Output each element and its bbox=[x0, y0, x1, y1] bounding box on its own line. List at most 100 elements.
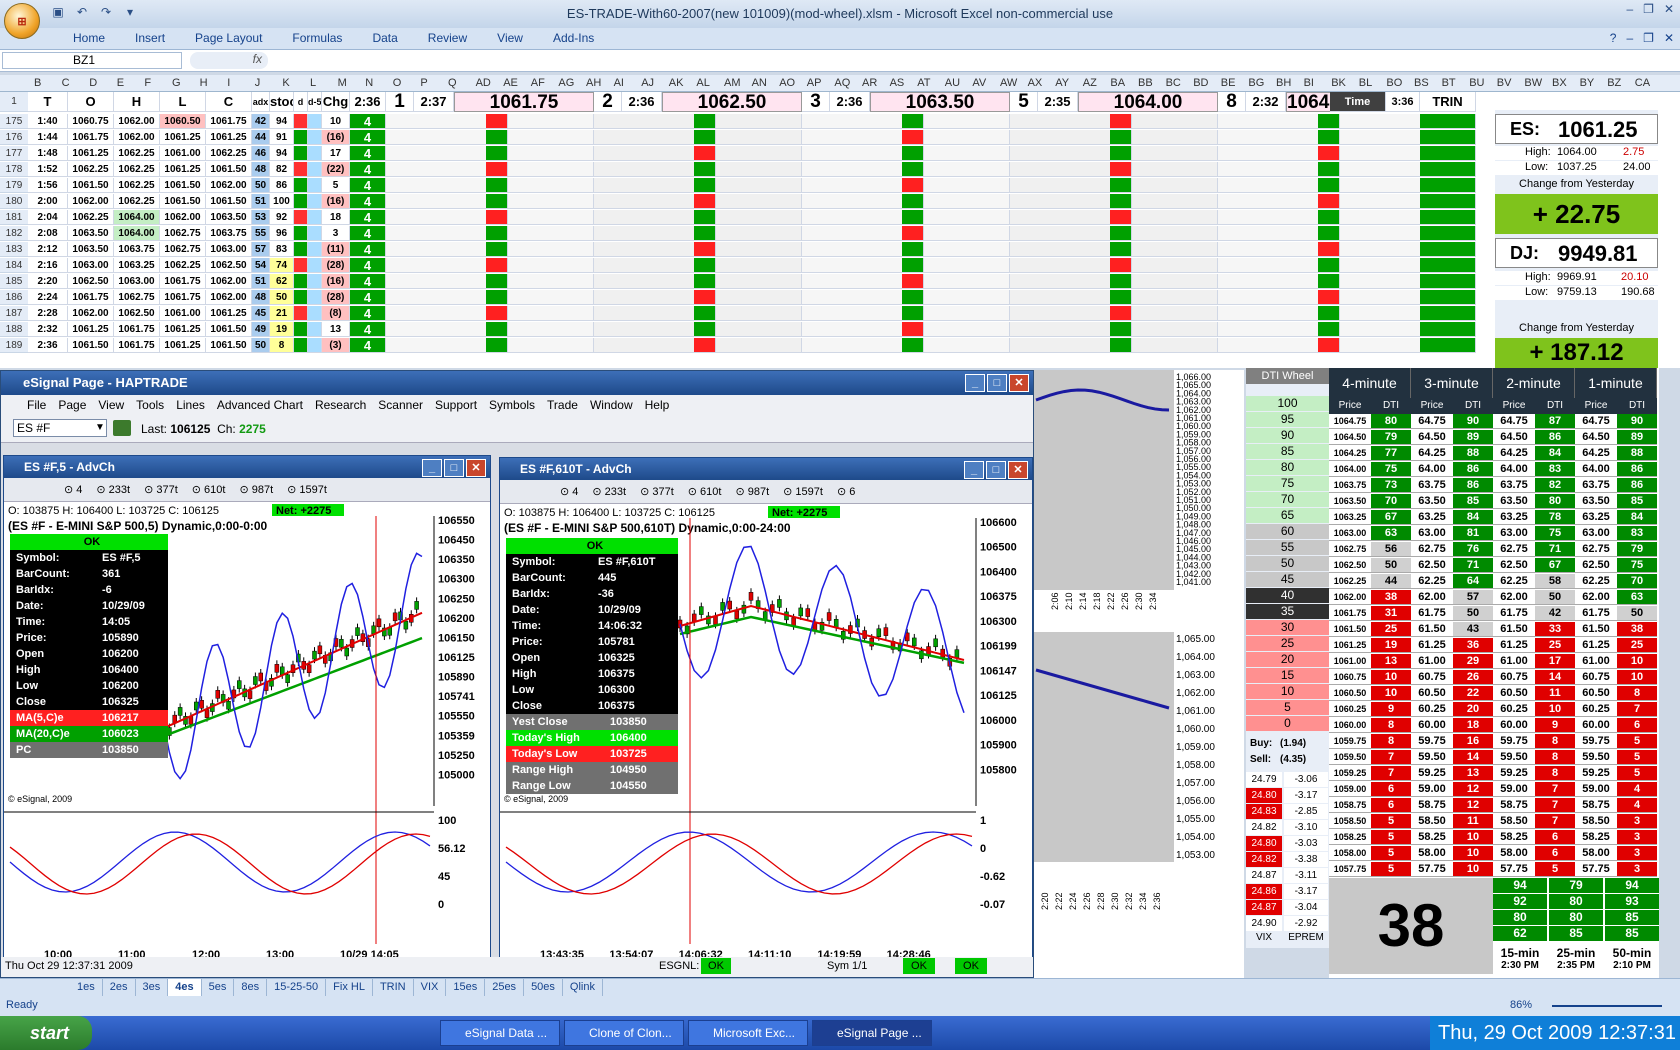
grid-cell[interactable]: 50 bbox=[270, 290, 294, 305]
grid-cell[interactable]: (11) bbox=[322, 242, 350, 257]
grid-cell[interactable]: 1063.00 bbox=[68, 258, 114, 273]
grid-cell[interactable]: 3 bbox=[322, 226, 350, 241]
interval-button[interactable]: ⊙ 1597t bbox=[783, 485, 823, 498]
grid-cell[interactable]: (28) bbox=[322, 290, 350, 305]
grid-cell[interactable]: 2:32 bbox=[28, 322, 68, 337]
row-number[interactable]: 175 bbox=[0, 114, 28, 129]
ribbon-tab-review[interactable]: Review bbox=[413, 31, 482, 45]
column-header[interactable]: AT bbox=[917, 77, 930, 89]
column-header[interactable]: BI bbox=[1304, 77, 1314, 89]
column-header[interactable]: AE bbox=[503, 77, 518, 89]
column-header[interactable]: BK bbox=[1331, 77, 1346, 89]
grid-cell[interactable]: 1061.50 bbox=[160, 194, 206, 209]
grid-cell[interactable]: 2:08 bbox=[28, 226, 68, 241]
column-header[interactable]: AL bbox=[696, 77, 709, 89]
grid-cell[interactable]: 4 bbox=[350, 130, 386, 145]
grid-cell[interactable]: 1063.00 bbox=[114, 274, 160, 289]
column-header[interactable]: BT bbox=[1442, 77, 1456, 89]
sheet-tab-1es[interactable]: 1es bbox=[70, 979, 103, 996]
grid-cell[interactable]: 8 bbox=[270, 338, 294, 353]
row-number[interactable]: 1 bbox=[0, 92, 28, 112]
grid-cell[interactable]: 1062.25 bbox=[206, 146, 252, 161]
fx-icon[interactable]: fx bbox=[190, 52, 268, 69]
grid-cell[interactable]: (28) bbox=[322, 258, 350, 273]
chart1-minimize-button[interactable]: _ bbox=[422, 459, 442, 477]
row-number[interactable]: 183 bbox=[0, 242, 28, 257]
column-header[interactable]: AU bbox=[945, 77, 960, 89]
grid-cell[interactable]: 1062.25 bbox=[114, 194, 160, 209]
grid-cell[interactable]: 1061.75 bbox=[68, 130, 114, 145]
grid-cell[interactable]: 1063.50 bbox=[68, 242, 114, 257]
grid-cell[interactable]: 13 bbox=[322, 322, 350, 337]
esignal-menu-symbols[interactable]: Symbols bbox=[483, 395, 541, 415]
taskbar-button[interactable]: Clone of Clon... bbox=[564, 1020, 684, 1046]
interval-button[interactable]: ⊙ 987t bbox=[239, 483, 273, 496]
column-header[interactable]: AO bbox=[779, 77, 795, 89]
ribbon-tab-home[interactable]: Home bbox=[58, 31, 120, 45]
grid-cell[interactable]: 1062.25 bbox=[114, 178, 160, 193]
column-header[interactable]: AG bbox=[558, 77, 574, 89]
esignal-menu-view[interactable]: View bbox=[92, 395, 130, 415]
grid-cell[interactable]: 4 bbox=[350, 194, 386, 209]
row-number[interactable]: 182 bbox=[0, 226, 28, 241]
sheet-tab-3es[interactable]: 3es bbox=[136, 979, 169, 996]
grid-cell[interactable]: 1062.00 bbox=[114, 130, 160, 145]
grid-cell[interactable]: 4 bbox=[350, 114, 386, 129]
grid-cell[interactable]: 1063.75 bbox=[114, 242, 160, 257]
column-header[interactable]: BS bbox=[1414, 77, 1429, 89]
grid-cell[interactable]: (16) bbox=[322, 274, 350, 289]
row-number[interactable]: 189 bbox=[0, 338, 28, 353]
grid-cell[interactable]: 50 bbox=[252, 338, 270, 353]
esignal-close-button[interactable]: ✕ bbox=[1009, 374, 1029, 392]
help-icon[interactable]: ? bbox=[1610, 31, 1617, 45]
row-number[interactable]: 180 bbox=[0, 194, 28, 209]
grid-cell[interactable]: 1061.75 bbox=[68, 290, 114, 305]
grid-cell[interactable]: 1061.25 bbox=[160, 338, 206, 353]
column-header[interactable]: AV bbox=[972, 77, 986, 89]
sheet-tab-fix hl[interactable]: Fix HL bbox=[326, 979, 373, 996]
sheet-tab-15es[interactable]: 15es bbox=[446, 979, 486, 996]
grid-cell[interactable]: 1062.00 bbox=[114, 114, 160, 129]
column-header[interactable]: BC bbox=[1166, 77, 1181, 89]
grid-cell[interactable]: 1062.50 bbox=[68, 274, 114, 289]
grid-cell[interactable]: 18 bbox=[322, 210, 350, 225]
column-header[interactable]: BO bbox=[1386, 77, 1402, 89]
grid-cell[interactable]: 17 bbox=[322, 146, 350, 161]
column-header[interactable]: BW bbox=[1524, 77, 1542, 89]
column-header[interactable]: CA bbox=[1635, 77, 1650, 89]
column-header[interactable]: B bbox=[34, 77, 41, 89]
grid-cell[interactable]: 1062.25 bbox=[160, 258, 206, 273]
grid-cell[interactable]: 1061.25 bbox=[160, 162, 206, 177]
esignal-menu-research[interactable]: Research bbox=[309, 395, 372, 415]
sheet-tab-25es[interactable]: 25es bbox=[485, 979, 525, 996]
grid-cell[interactable]: 83 bbox=[270, 242, 294, 257]
interval-button[interactable]: ⊙ 987t bbox=[735, 485, 769, 498]
esignal-menu-page[interactable]: Page bbox=[52, 395, 92, 415]
chart2-minimize-button[interactable]: _ bbox=[964, 461, 984, 479]
chart2-close-button[interactable]: ✕ bbox=[1008, 461, 1028, 479]
column-header[interactable]: H bbox=[200, 77, 208, 89]
grid-cell[interactable]: 4 bbox=[350, 210, 386, 225]
grid-cell[interactable]: 1061.00 bbox=[160, 146, 206, 161]
grid-cell[interactable]: 2:00 bbox=[28, 194, 68, 209]
row-number[interactable]: 186 bbox=[0, 290, 28, 305]
grid-cell[interactable]: 55 bbox=[252, 226, 270, 241]
column-header[interactable]: BX bbox=[1552, 77, 1567, 89]
ribbon-tab-view[interactable]: View bbox=[482, 31, 538, 45]
row-number[interactable]: 178 bbox=[0, 162, 28, 177]
interval-button[interactable]: ⊙ 4 bbox=[64, 483, 82, 496]
grid-cell[interactable]: 94 bbox=[270, 114, 294, 129]
grid-cell[interactable]: 5 bbox=[322, 178, 350, 193]
row-number[interactable]: 188 bbox=[0, 322, 28, 337]
column-header[interactable]: BD bbox=[1193, 77, 1208, 89]
grid-cell[interactable]: 1062.00 bbox=[68, 306, 114, 321]
grid-cell[interactable]: 1062.50 bbox=[114, 306, 160, 321]
esignal-menu-advanced-chart[interactable]: Advanced Chart bbox=[211, 395, 309, 415]
grid-cell[interactable]: 4 bbox=[350, 274, 386, 289]
grid-cell[interactable]: 1062.75 bbox=[160, 226, 206, 241]
symbol-input[interactable]: ES #F bbox=[13, 419, 107, 437]
column-header[interactable]: P bbox=[420, 77, 427, 89]
sheet-tab-vix[interactable]: VIX bbox=[414, 979, 447, 996]
grid-cell[interactable]: 4 bbox=[350, 290, 386, 305]
column-header[interactable]: I bbox=[227, 77, 230, 89]
